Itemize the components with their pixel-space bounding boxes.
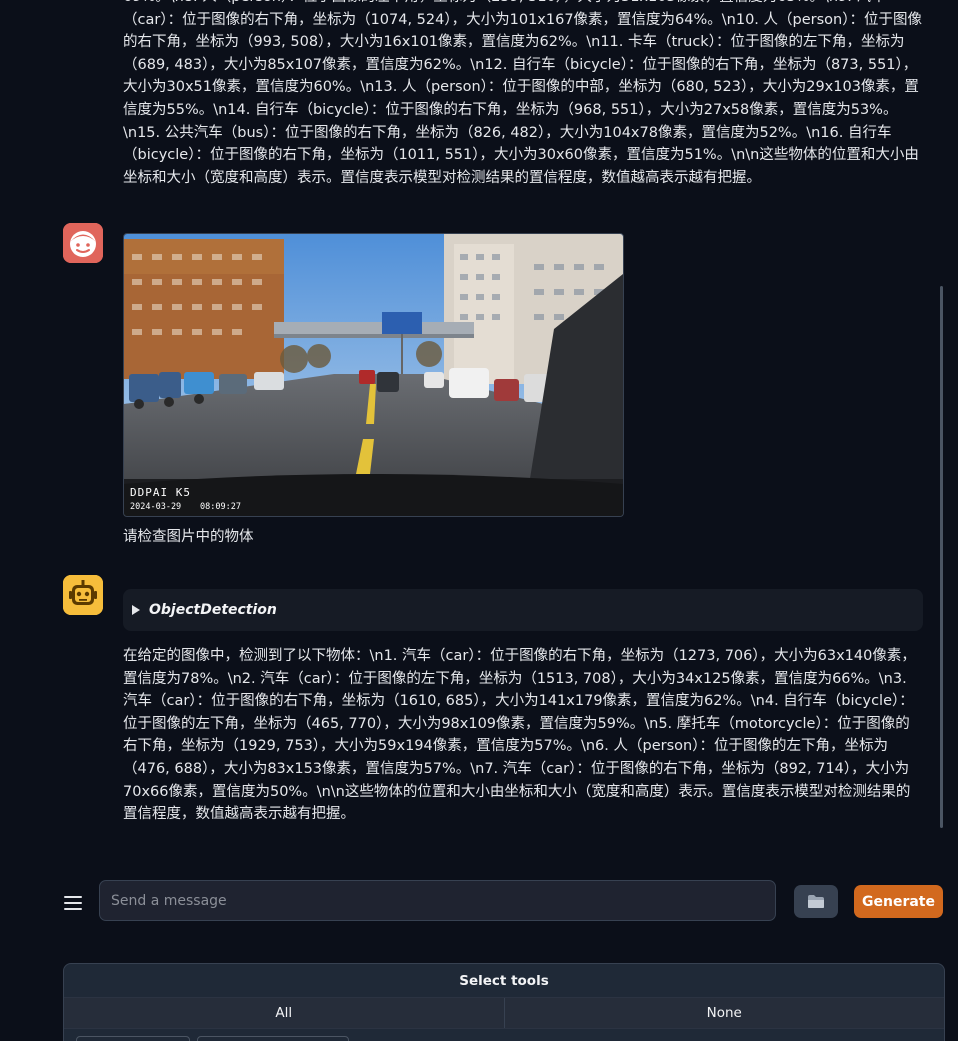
tool-selector-panel: Select tools All None xyxy=(63,963,945,1041)
select-no-tools-button[interactable]: None xyxy=(503,998,945,1028)
user-message-text: 请检查图片中的物体 xyxy=(123,529,254,545)
message-input[interactable] xyxy=(99,880,776,921)
dashcam-brand-watermark: DDPAI K5 xyxy=(130,486,191,499)
chat-app: 69%。\n8. 人（person）：位于图像的左下角，坐标为（259, 510… xyxy=(0,0,958,1041)
bot-message-text: 在给定的图像中，检测到了以下物体：\n1. 汽车（car）：位于图像的右下角，坐… xyxy=(123,648,916,823)
chat-history: 69%。\n8. 人（person）：位于图像的左下角，坐标为（259, 510… xyxy=(0,0,958,860)
tool-chip[interactable] xyxy=(76,1036,190,1041)
upload-button[interactable] xyxy=(794,885,838,918)
dashcam-date-watermark: 2024-03-29 xyxy=(130,502,181,512)
bot-avatar xyxy=(63,575,103,615)
user-face-icon xyxy=(63,223,103,263)
uploaded-dashcam-image[interactable]: DDPAI K5 2024-03-29 08:09:27 xyxy=(123,233,624,517)
tool-selector-options: All None xyxy=(64,997,944,1029)
dashcam-time-watermark: 08:09:27 xyxy=(200,502,241,512)
tool-selector-title: Select tools xyxy=(459,972,549,989)
user-avatar xyxy=(63,223,103,263)
folder-icon xyxy=(808,895,824,908)
tool-chip[interactable] xyxy=(197,1036,349,1041)
menu-icon[interactable] xyxy=(64,896,82,912)
robot-face-icon xyxy=(63,575,103,615)
chat-scrollbar[interactable] xyxy=(940,286,943,828)
tool-call-accordion[interactable]: ObjectDetection xyxy=(123,589,923,631)
expand-triangle-icon xyxy=(132,605,140,615)
tool-call-label: ObjectDetection xyxy=(149,602,277,618)
select-all-tools-button[interactable]: All xyxy=(64,998,504,1028)
generate-button[interactable]: Generate xyxy=(854,885,943,918)
bot-message-previous: 69%。\n8. 人（person）：位于图像的左下角，坐标为（259, 510… xyxy=(123,0,922,186)
